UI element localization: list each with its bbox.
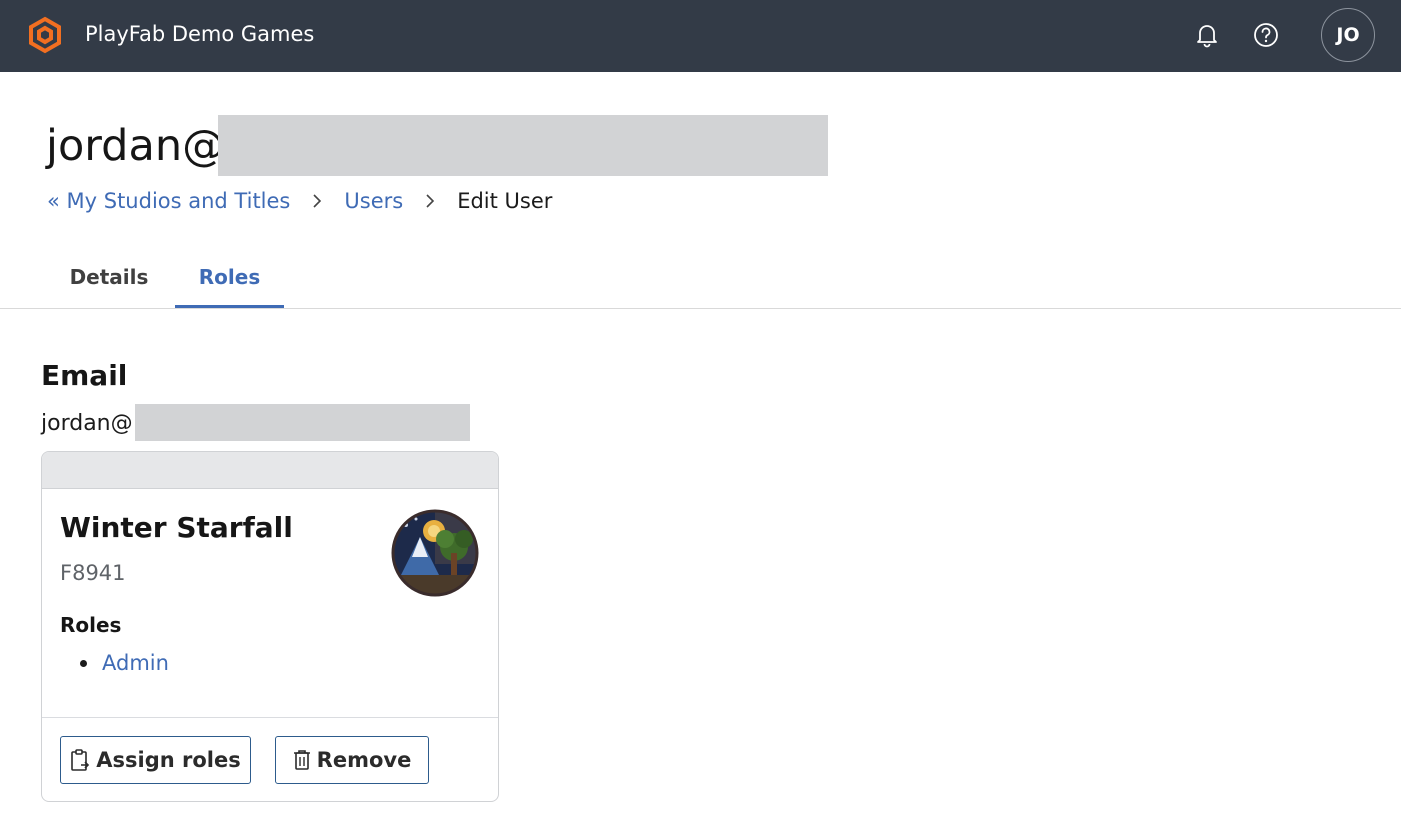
breadcrumb: « My Studios and Titles Users Edit User (47, 186, 552, 216)
list-item: Admin (80, 649, 169, 677)
email-value: jordan@ (41, 411, 133, 436)
title-id: F8941 (60, 561, 126, 585)
roles-label: Roles (60, 613, 122, 637)
trash-icon (293, 750, 310, 770)
clipboard-icon (71, 749, 90, 771)
breadcrumb-current: Edit User (457, 189, 553, 213)
bell-icon (1197, 25, 1217, 48)
chevron-right-icon (425, 193, 435, 209)
assign-roles-button[interactable]: Assign roles (60, 736, 251, 784)
user-avatar[interactable]: JO (1321, 8, 1375, 62)
redacted-email-block (218, 115, 828, 176)
assign-roles-label: Assign roles (96, 748, 241, 772)
bullet-icon (80, 659, 87, 667)
tab-bar: Details Roles (0, 250, 1401, 309)
top-bar: PlayFab Demo Games JO (0, 0, 1401, 72)
page-title: jordan@ (46, 118, 225, 174)
remove-label: Remove (316, 748, 412, 772)
page-title-text: jordan@ (46, 121, 226, 171)
tab-details[interactable]: Details (60, 250, 158, 308)
remove-button[interactable]: Remove (275, 736, 429, 784)
roles-list: Admin (80, 649, 169, 677)
breadcrumb-studios-link[interactable]: « My Studios and Titles (47, 186, 290, 216)
chevron-right-icon (312, 193, 322, 209)
role-admin-link[interactable]: Admin (102, 649, 169, 677)
app-title[interactable]: PlayFab Demo Games (85, 20, 314, 48)
title-card: Winter Starfall F8941 Roles Admin Assign… (41, 451, 499, 802)
title-name: Winter Starfall (60, 511, 293, 544)
help-button[interactable] (1251, 20, 1281, 50)
redacted-email-value (135, 404, 470, 441)
tab-roles[interactable]: Roles (175, 250, 284, 308)
title-image (391, 509, 479, 597)
breadcrumb-users-link[interactable]: Users (344, 186, 403, 216)
notifications-button[interactable] (1192, 20, 1222, 50)
card-divider (42, 717, 498, 718)
playfab-logo-icon[interactable] (26, 16, 64, 54)
email-section-title: Email (41, 359, 128, 392)
help-icon (1254, 23, 1278, 47)
card-header (42, 452, 498, 489)
